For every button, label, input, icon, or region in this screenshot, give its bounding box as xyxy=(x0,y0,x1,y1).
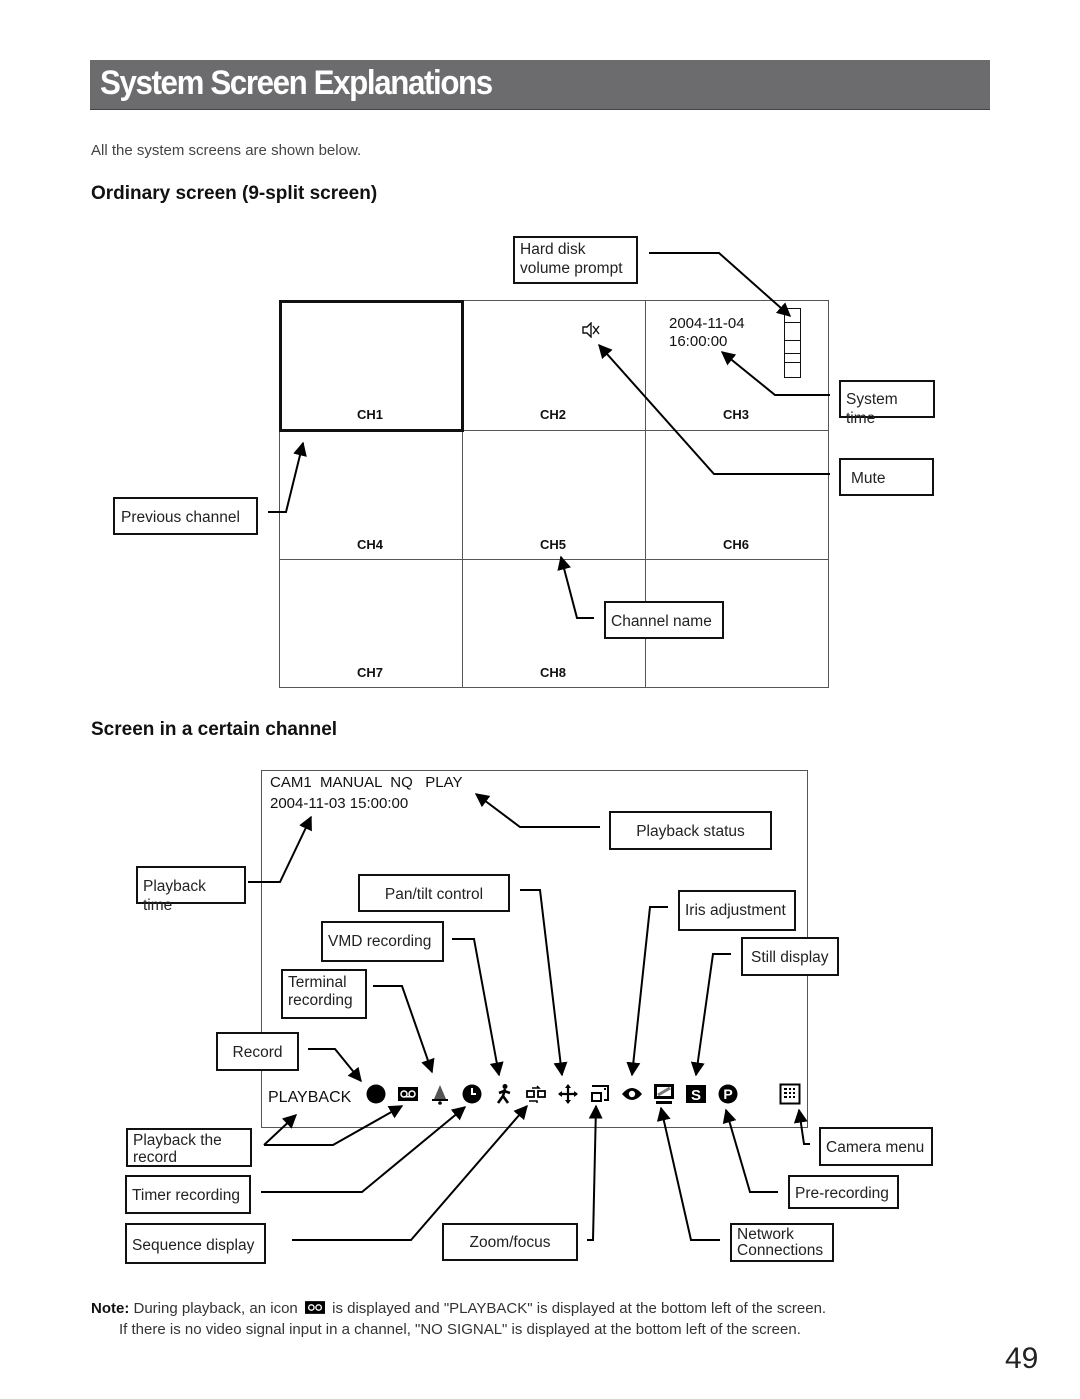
mute-icon xyxy=(582,322,600,338)
sequence-icon xyxy=(526,1085,546,1103)
note-block: Note: During playback, an icon is displa… xyxy=(91,1298,826,1340)
playback-tape-icon xyxy=(304,1301,325,1314)
callout-previous-channel: Previous channel xyxy=(113,497,258,535)
still-s-icon: S xyxy=(686,1085,706,1104)
camera-menu-icon xyxy=(779,1083,801,1105)
channel-label: CH4 xyxy=(357,537,384,552)
callout-text: recording xyxy=(288,992,353,1009)
callout-playback-record: Playback the record xyxy=(126,1128,252,1167)
section-heading-channel: Screen in a certain channel xyxy=(91,719,338,740)
callout-text: record xyxy=(133,1149,177,1166)
callout-pre-recording: Pre-recording xyxy=(788,1175,899,1209)
callout-text: volume prompt xyxy=(520,260,623,277)
timer-clock-icon xyxy=(462,1084,482,1104)
callout-playback-time: Playback time xyxy=(136,866,246,914)
note-line-1: Note: During playback, an icon is displa… xyxy=(91,1298,826,1319)
playback-status-line: CAM1 MANUAL NQ PLAY xyxy=(270,774,463,791)
note-text: During playback, an icon xyxy=(133,1300,298,1317)
channel-label: CH5 xyxy=(540,537,567,552)
playback-label: PLAYBACK xyxy=(268,1089,352,1106)
channel-label: CH7 xyxy=(357,665,384,680)
callout-record: Record xyxy=(216,1032,299,1071)
network-monitor-icon xyxy=(654,1084,674,1104)
note-label: Note: xyxy=(91,1300,130,1317)
callout-text: Connections xyxy=(737,1242,824,1259)
pan-tilt-icon xyxy=(558,1084,578,1104)
callout-sequence: Sequence display xyxy=(125,1223,266,1264)
note-line-2: If there is no video signal input in a c… xyxy=(119,1321,801,1338)
callout-mute: Mute xyxy=(839,458,934,496)
svg-text:P: P xyxy=(723,1086,732,1102)
page-title-bar: System Screen Explanations xyxy=(90,60,990,110)
callout-channel-name: Channel name xyxy=(604,601,724,639)
iris-icon xyxy=(622,1088,642,1100)
system-time: 16:00:00 xyxy=(669,333,728,350)
channel-label: CH8 xyxy=(540,665,567,680)
playback-datetime: 2004-11-03 15:00:00 xyxy=(270,795,409,812)
callout-network: Network Connections xyxy=(730,1223,834,1262)
section-heading-9split: Ordinary screen (9-split screen) xyxy=(91,183,378,204)
callout-still: Still display xyxy=(741,937,839,976)
vmd-person-icon xyxy=(496,1084,511,1104)
callout-text: Terminal xyxy=(288,974,347,991)
system-date: 2004-11-04 xyxy=(669,315,745,332)
channel-label: CH6 xyxy=(723,537,750,552)
callout-playback-status: Playback status xyxy=(609,811,772,850)
note-text: is displayed and "PLAYBACK" is displayed… xyxy=(332,1300,827,1317)
callout-iris: Iris adjustment xyxy=(678,890,796,931)
page-title: System Screen Explanations xyxy=(100,64,493,102)
terminal-alarm-icon xyxy=(432,1085,448,1105)
callout-hard-disk: Hard disk volume prompt xyxy=(513,236,638,284)
callout-pan-tilt: Pan/tilt control xyxy=(358,874,510,912)
callout-camera-menu: Camera menu xyxy=(819,1127,933,1166)
zoom-focus-icon xyxy=(591,1085,609,1102)
callout-zoom-focus: Zoom/focus xyxy=(442,1223,578,1261)
channel-label: CH3 xyxy=(723,407,750,422)
hard-disk-volume-meter xyxy=(784,308,801,378)
record-icon xyxy=(366,1084,386,1104)
svg-text:S: S xyxy=(691,1087,701,1104)
playback-tape-icon xyxy=(398,1087,418,1101)
callout-text: Network xyxy=(737,1226,794,1243)
page-number: 49 xyxy=(1005,1342,1039,1375)
grid-divider xyxy=(279,559,829,560)
pre-recording-p-icon: P xyxy=(718,1084,738,1104)
channel-label: CH1 xyxy=(357,407,384,422)
callout-terminal: Terminal recording xyxy=(281,969,367,1019)
callout-system-time: System time xyxy=(839,380,935,427)
callout-timer: Timer recording xyxy=(125,1175,251,1214)
callout-vmd: VMD recording xyxy=(321,921,444,962)
callout-text: Hard disk xyxy=(520,241,586,258)
channel-label: CH2 xyxy=(540,407,567,422)
intro-text: All the system screens are shown below. xyxy=(91,142,362,159)
callout-text: Playback the xyxy=(133,1132,222,1149)
